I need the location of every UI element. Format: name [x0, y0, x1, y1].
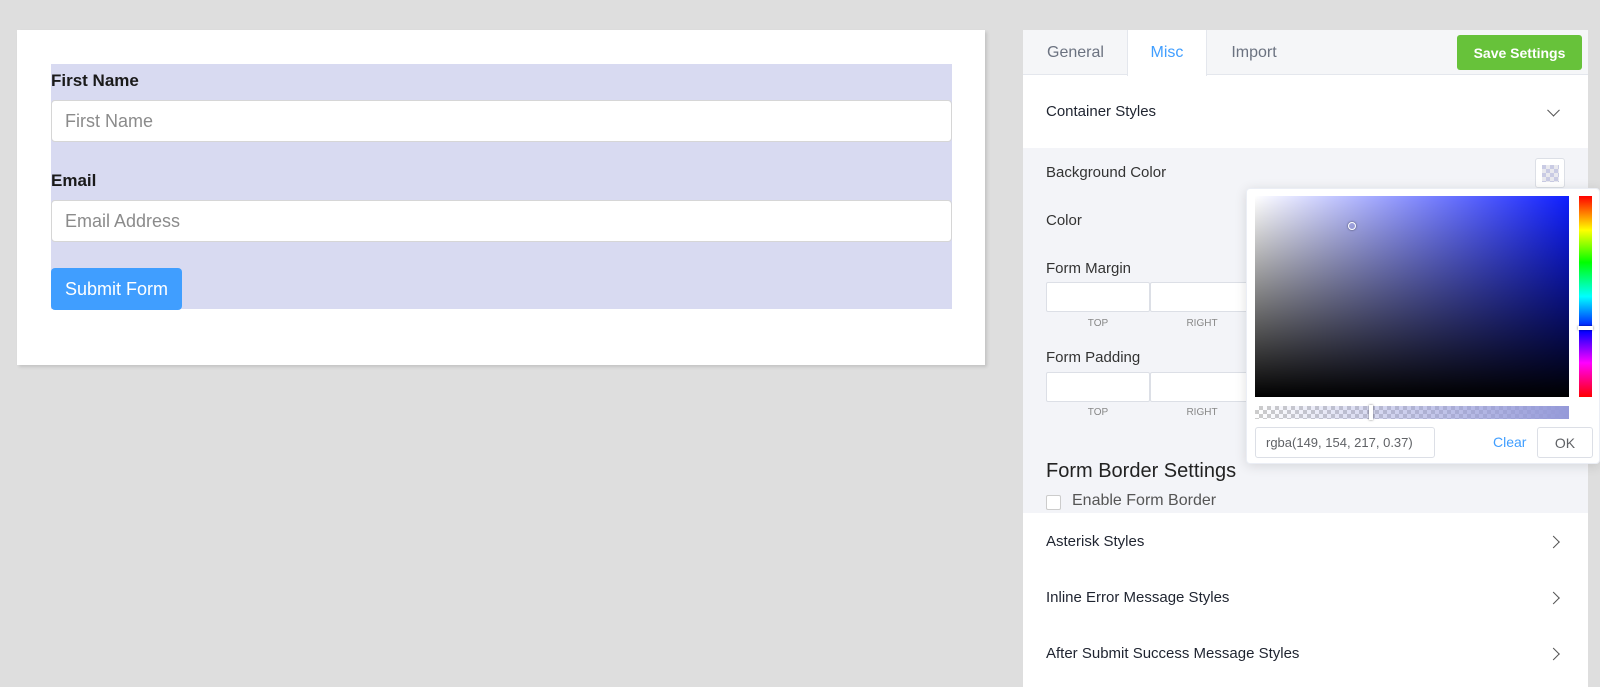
- hue-slider-thumb[interactable]: [1578, 326, 1593, 330]
- tab-misc[interactable]: Misc: [1127, 30, 1207, 76]
- form-margin-label: Form Margin: [1046, 260, 1132, 277]
- form-padding-label: Form Padding: [1046, 349, 1141, 366]
- chevron-right-icon: [1547, 535, 1560, 549]
- color-swatch-icon: [1542, 165, 1559, 182]
- success-message-styles-title: After Submit Success Message Styles: [1046, 645, 1300, 662]
- enable-form-border-checkbox[interactable]: [1046, 495, 1061, 510]
- form-preview: First Name Email Submit Form: [17, 30, 985, 365]
- form-margin-right-input[interactable]: [1150, 282, 1254, 312]
- container-styles-header[interactable]: Container Styles: [1023, 76, 1588, 148]
- inline-error-styles-title: Inline Error Message Styles: [1046, 589, 1230, 606]
- saturation-value-panel[interactable]: [1255, 196, 1569, 397]
- submit-form-button[interactable]: Submit Form: [51, 268, 183, 310]
- color-value-input[interactable]: [1255, 427, 1435, 458]
- form-margin-top-caption: TOP: [1087, 318, 1109, 329]
- email-label: Email: [51, 171, 97, 190]
- first-name-label: First Name: [51, 71, 139, 90]
- container-styles-title: Container Styles: [1046, 103, 1157, 120]
- tab-general[interactable]: General: [1023, 30, 1128, 75]
- enable-form-border-label[interactable]: Enable Form Border: [1072, 492, 1216, 510]
- form-padding-top-caption: TOP: [1087, 407, 1109, 418]
- tabs-bar: General Misc Import Save Settings: [1023, 30, 1588, 76]
- first-name-input[interactable]: [51, 100, 952, 142]
- color-label: Color: [1046, 212, 1082, 229]
- chevron-right-icon: [1547, 591, 1560, 605]
- asterisk-styles-header[interactable]: Asterisk Styles: [1023, 515, 1588, 569]
- form-margin-right-caption: RIGHT: [1186, 318, 1218, 329]
- success-message-styles-header[interactable]: After Submit Success Message Styles: [1023, 627, 1588, 681]
- save-settings-button[interactable]: Save Settings: [1457, 35, 1582, 70]
- form-container: First Name Email Submit Form: [51, 64, 952, 310]
- chevron-right-icon: [1547, 647, 1560, 661]
- inline-error-styles-header[interactable]: Inline Error Message Styles: [1023, 571, 1588, 625]
- chevron-down-icon: [1547, 103, 1560, 117]
- form-padding-right-input[interactable]: [1150, 372, 1254, 402]
- saturation-cursor[interactable]: [1348, 222, 1356, 230]
- ok-button[interactable]: OK: [1537, 427, 1593, 458]
- clear-color-button[interactable]: Clear: [1493, 434, 1526, 450]
- email-input[interactable]: [51, 200, 952, 242]
- asterisk-styles-title: Asterisk Styles: [1046, 533, 1145, 550]
- background-color-swatch[interactable]: [1535, 158, 1565, 188]
- form-margin-top-input[interactable]: [1046, 282, 1150, 312]
- alpha-slider-thumb[interactable]: [1369, 405, 1374, 420]
- color-picker-dropdown: Clear OK: [1246, 188, 1600, 464]
- form-padding-right-caption: RIGHT: [1186, 407, 1218, 418]
- alpha-slider[interactable]: [1255, 405, 1569, 420]
- hue-slider[interactable]: [1578, 196, 1593, 397]
- form-padding-top-input[interactable]: [1046, 372, 1150, 402]
- background-color-label: Background Color: [1046, 164, 1167, 181]
- tab-import[interactable]: Import: [1207, 30, 1301, 75]
- form-border-settings-title: Form Border Settings: [1046, 460, 1237, 482]
